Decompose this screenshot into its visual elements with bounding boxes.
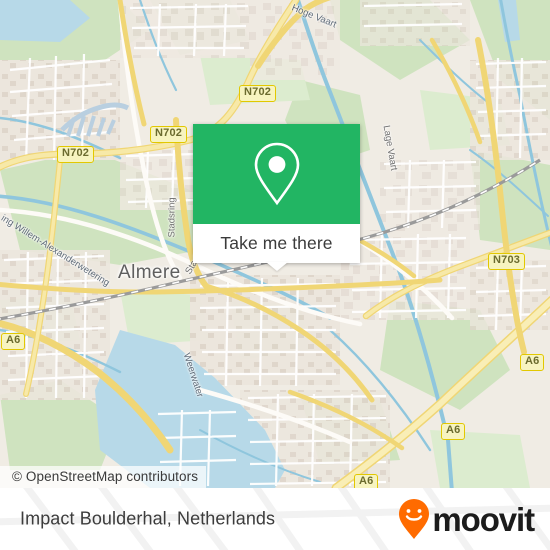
moovit-place-map-screenshot: Almere N702 N702 N702 N703 A6 A6 A6 A6 Stadsrin… [0, 0, 550, 550]
footer-bar: Impact Boulderhal, Netherlands moovit [0, 488, 550, 550]
map-city-label: Almere [118, 262, 181, 283]
road-shield: N702 [57, 146, 95, 163]
map-pin-icon [254, 142, 299, 206]
osm-attribution[interactable]: © OpenStreetMap contributors [0, 466, 207, 488]
road-shield: A6 [520, 354, 545, 371]
moovit-logo[interactable]: moovit [397, 497, 535, 541]
page-title: Impact Boulderhal, Netherlands [20, 508, 276, 529]
popup-tail-pointer [265, 262, 288, 271]
road-shield: A6 [1, 333, 26, 350]
road-shield: A6 [354, 474, 379, 488]
place-popup-card[interactable]: Take me there [193, 124, 360, 271]
road-shield: N703 [488, 253, 526, 270]
road-shield: A6 [441, 423, 466, 440]
road-shield: N702 [239, 85, 277, 102]
popup-image-placeholder [193, 124, 360, 224]
street-label: Stadsring [166, 197, 178, 238]
take-me-there-button[interactable]: Take me there [193, 224, 360, 263]
moovit-pin-icon [399, 499, 430, 539]
moovit-wordmark: moovit [432, 500, 535, 538]
road-shield: N702 [150, 126, 188, 143]
